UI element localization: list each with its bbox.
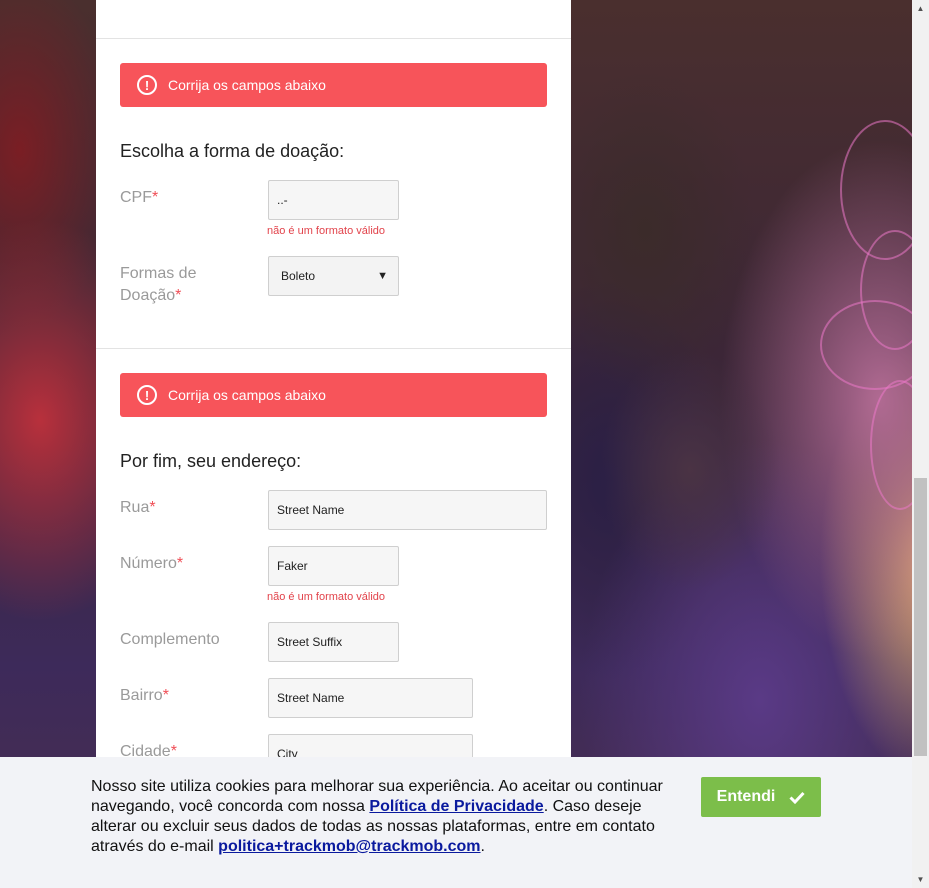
email-link[interactable]: politica+trackmob@trackmob.com	[218, 838, 480, 855]
error-alert: ! Corrija os campos abaixo	[120, 63, 547, 107]
complement-label: Complemento	[120, 631, 220, 648]
exclamation-circle-icon: !	[137, 385, 157, 405]
scrollbar-thumb[interactable]	[914, 478, 927, 756]
error-alert-text: Corrija os campos abaixo	[168, 77, 326, 93]
error-alert: ! Corrija os campos abaixo	[120, 373, 547, 417]
cpf-input[interactable]: ..-	[268, 180, 399, 220]
district-input[interactable]: Street Name	[268, 678, 473, 718]
cookie-message: Nosso site utiliza cookies para melhorar…	[91, 778, 663, 855]
accept-cookies-button[interactable]: Entendi	[701, 777, 821, 817]
scrollbar[interactable]: ▲ ▼	[912, 0, 929, 888]
section-divider	[96, 38, 571, 39]
number-error: não é um formato válido	[267, 591, 386, 603]
scroll-down-arrow-icon[interactable]: ▼	[912, 871, 929, 888]
cpf-error: não é um formato válido	[267, 225, 386, 237]
donation-method-label: Formas de Doação*	[120, 265, 197, 304]
street-input[interactable]: Street Name	[268, 490, 547, 530]
cpf-label: CPF*	[120, 189, 159, 206]
error-alert-text: Corrija os campos abaixo	[168, 387, 326, 403]
district-label: Bairro*	[120, 687, 169, 704]
complement-input[interactable]: Street Suffix	[268, 622, 399, 662]
form-panel: ! Corrija os campos abaixo Escolha a for…	[96, 0, 571, 888]
donation-section-title: Escolha a forma de doação:	[120, 141, 345, 161]
address-section-title: Por fim, seu endereço:	[120, 451, 302, 471]
privacy-policy-link[interactable]: Política de Privacidade	[369, 798, 543, 815]
cookie-banner: Nosso site utiliza cookies para melhorar…	[0, 757, 912, 888]
section-divider	[96, 348, 571, 349]
chevron-down-icon: ▼	[377, 270, 388, 282]
scroll-up-arrow-icon[interactable]: ▲	[912, 0, 929, 17]
donation-method-select[interactable]: Boleto ▼	[268, 256, 399, 296]
number-input[interactable]: Faker	[268, 546, 399, 586]
check-icon	[789, 791, 805, 804]
exclamation-circle-icon: !	[137, 75, 157, 95]
number-label: Número*	[120, 555, 184, 572]
street-label: Rua*	[120, 499, 156, 516]
